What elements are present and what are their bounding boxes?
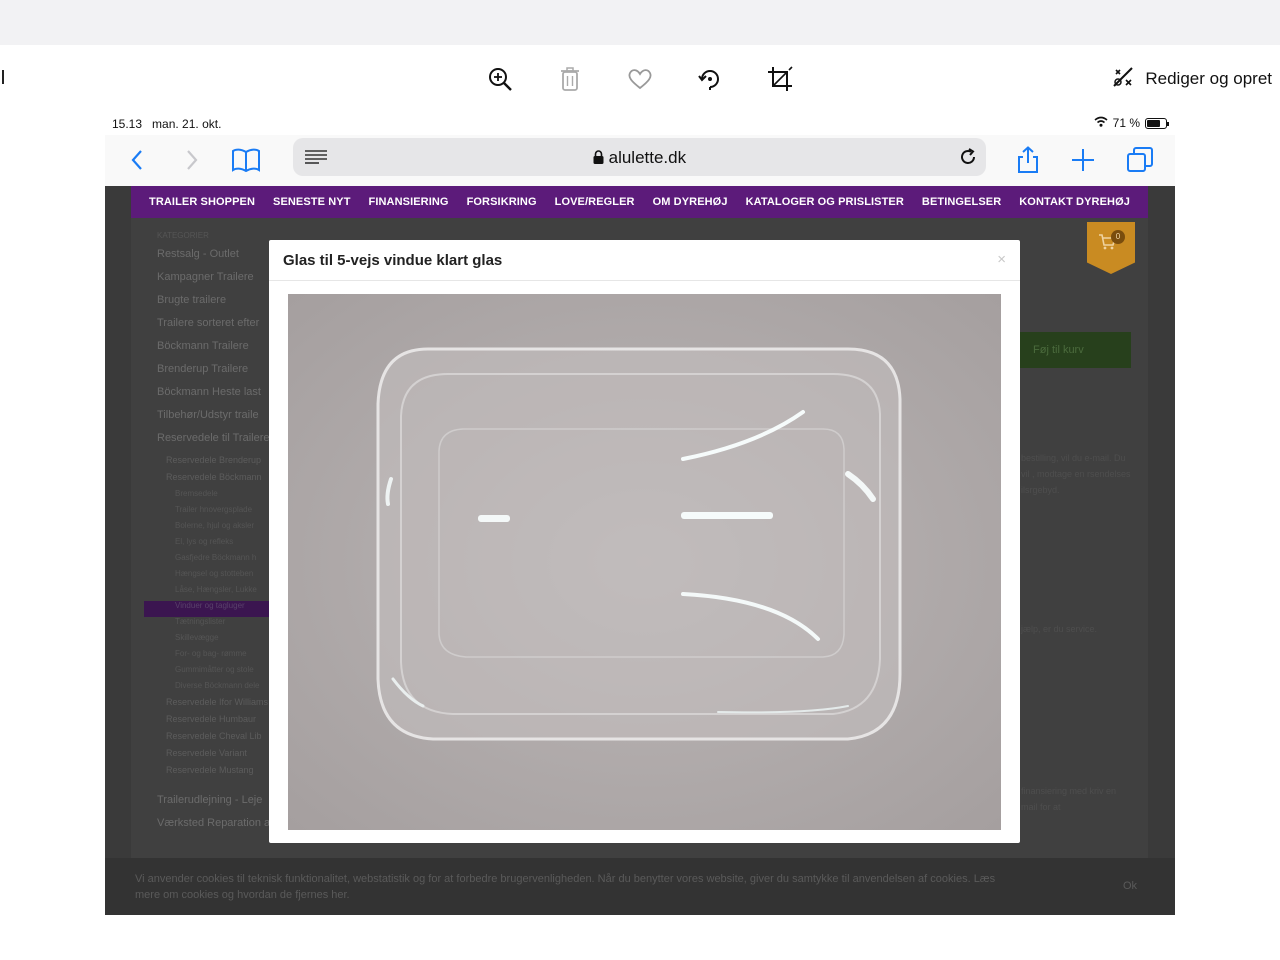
- sidebar-subsub-item[interactable]: Låse, Hængsler, Lukke: [157, 585, 277, 601]
- trash-icon[interactable]: [554, 63, 586, 95]
- sidebar-subsub-item[interactable]: Diverse Böckmann dele: [157, 681, 277, 697]
- sidebar-sub-item[interactable]: Reservedele Humbaur: [157, 714, 277, 731]
- nav-om-dyrehoj[interactable]: OM DYREHØJ: [653, 196, 728, 208]
- cart-count: 0: [1111, 230, 1125, 244]
- sidebar-subsub-item[interactable]: El, lys og refleks: [157, 537, 277, 553]
- sidebar-subsub-item[interactable]: Gasfjedre Böckmann h: [157, 553, 277, 569]
- sidebar-edge-mark: [2, 70, 4, 84]
- sidebar-item[interactable]: Trailere sorteret efter: [157, 317, 277, 340]
- forward-icon[interactable]: [176, 144, 208, 176]
- sidebar-item[interactable]: Trailerudlejning - Leje: [157, 794, 277, 817]
- tabs-icon[interactable]: [1124, 144, 1156, 176]
- nav-kontakt[interactable]: KONTAKT DYREHØJ: [1019, 196, 1130, 208]
- status-bar: 15.13 man. 21. okt. 71 %: [105, 113, 1175, 135]
- bookmarks-icon[interactable]: [230, 144, 262, 176]
- sidebar-subsub-item[interactable]: Gummimåtter og stole: [157, 665, 277, 681]
- sidebar-item[interactable]: Tilbehør/Udstyr traile: [157, 409, 277, 432]
- nav-forsikring[interactable]: FORSIKRING: [467, 196, 537, 208]
- battery-percent: 71 %: [1112, 116, 1140, 130]
- zoom-in-icon[interactable]: [484, 63, 516, 95]
- rotate-icon[interactable]: [694, 63, 726, 95]
- back-icon[interactable]: [121, 144, 153, 176]
- category-sidebar: KATEGORIER Restsalg - Outlet Kampagner T…: [144, 231, 277, 840]
- image-modal: Glas til 5-vejs vindue klart glas ×: [269, 240, 1020, 843]
- reload-icon[interactable]: [958, 147, 978, 172]
- sidebar-subsub-item-selected[interactable]: Vinduer og tagluger: [144, 601, 277, 617]
- sidebar-sub-item[interactable]: Reservedele Mustang: [157, 765, 277, 782]
- sidebar-subsub-item[interactable]: For- og bag- rømme: [157, 649, 277, 665]
- sidebar-sub-item[interactable]: Reservedele Brenderup: [157, 455, 277, 472]
- sidebar-heading: KATEGORIER: [157, 231, 209, 240]
- battery-icon: [1145, 117, 1169, 129]
- status-right: 71 %: [1094, 116, 1169, 130]
- new-tab-icon[interactable]: [1067, 144, 1099, 176]
- nav-love-regler[interactable]: LOVE/REGLER: [555, 196, 635, 208]
- modal-divider: [269, 280, 1020, 281]
- sidebar-item[interactable]: Restsalg - Outlet: [157, 248, 277, 271]
- photos-top-strip: [0, 0, 1280, 45]
- website-dimmed: TRAILER SHOPPEN SENESTE NYT FINANSIERING…: [105, 186, 1175, 915]
- nav-seneste-nyt[interactable]: SENESTE NYT: [273, 196, 351, 208]
- add-to-cart-label: Føj til kurv: [1033, 344, 1084, 356]
- status-time-date: 15.13 man. 21. okt.: [112, 117, 222, 131]
- sidebar-subsub-item[interactable]: Tætningslister: [157, 617, 277, 633]
- add-to-cart-button[interactable]: Føj til kurv: [1017, 332, 1131, 368]
- nav-betingelser[interactable]: BETINGELSER: [922, 196, 1001, 208]
- sidebar-sub-item[interactable]: Reservedele Böckmann: [157, 472, 277, 489]
- cookie-ok-button[interactable]: Ok: [1123, 880, 1137, 892]
- edit-and-create-label: Rediger og opret: [1145, 69, 1272, 88]
- lock-icon: [593, 148, 609, 167]
- sidebar-subsub-item[interactable]: Trailer hnovergsplade: [157, 505, 277, 521]
- sidebar-item[interactable]: Brugte trailere: [157, 294, 277, 317]
- nav-kataloger[interactable]: KATALOGER OG PRISLISTER: [746, 196, 904, 208]
- wifi-icon: [1094, 116, 1108, 130]
- address-bar[interactable]: alulette.dk: [293, 138, 986, 176]
- cookie-banner: Vi anvender cookies til teknisk funktion…: [105, 858, 1175, 915]
- sidebar-subsub-item[interactable]: Hængsel og stotteben: [157, 569, 277, 585]
- share-icon[interactable]: [1012, 144, 1044, 176]
- modal-title: Glas til 5-vejs vindue klart glas: [283, 252, 503, 269]
- sidebar-item[interactable]: Böckmann Trailere: [157, 340, 277, 363]
- crop-icon[interactable]: [764, 63, 796, 95]
- close-icon[interactable]: ×: [997, 251, 1006, 268]
- ipad-screenshot: 15.13 man. 21. okt. 71 % alulette.dk TRA…: [105, 113, 1175, 915]
- sidebar-item[interactable]: Brenderup Trailere: [157, 363, 277, 386]
- cookie-text: Vi anvender cookies til teknisk funktion…: [135, 873, 996, 901]
- url-text: alulette.dk: [293, 148, 986, 168]
- sidebar-item[interactable]: Værksted Reparation af Trailer: [157, 817, 277, 840]
- sidebar-item[interactable]: Reservedele til Trailere: [157, 432, 277, 455]
- service-info-text: jælp, er du service.: [1021, 624, 1098, 634]
- sidebar-subsub-item[interactable]: Bremsedele: [157, 489, 277, 505]
- sidebar-sub-item[interactable]: Reservedele Ifor Williams: [157, 697, 277, 714]
- nav-trailer-shoppen[interactable]: TRAILER SHOPPEN: [149, 196, 255, 208]
- heart-icon[interactable]: [624, 63, 656, 95]
- safari-toolbar: alulette.dk: [105, 135, 1175, 186]
- sidebar-subsub-item[interactable]: Skillevægge: [157, 633, 277, 649]
- sidebar-sub-item[interactable]: Reservedele Cheval Lib: [157, 731, 277, 748]
- product-photo-clear-glass: [288, 294, 1001, 830]
- sidebar-item[interactable]: Böckmann Heste last: [157, 386, 277, 409]
- shipping-info-text: bestilling, vil du e-mail. Du vil , modt…: [1021, 453, 1131, 495]
- edit-magic-icon: [1111, 65, 1135, 94]
- finance-info-text: finansiering med kriv en mail for at: [1021, 786, 1117, 812]
- sidebar-subsub-item[interactable]: Bolerne, hjul og aksler: [157, 521, 277, 537]
- edit-and-create-button[interactable]: Rediger og opret: [1111, 63, 1272, 95]
- main-nav: TRAILER SHOPPEN SENESTE NYT FINANSIERING…: [131, 186, 1148, 218]
- nav-finansiering[interactable]: FINANSIERING: [369, 196, 449, 208]
- sidebar-sub-item[interactable]: Reservedele Variant: [157, 748, 277, 765]
- sidebar-item[interactable]: Kampagner Trailere: [157, 271, 277, 294]
